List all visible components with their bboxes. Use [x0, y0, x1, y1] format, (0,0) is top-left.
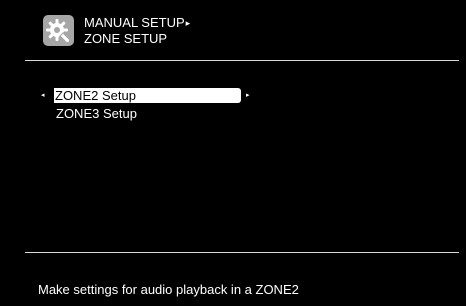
menu-item-zone2-setup[interactable]: ZONE2 Setup	[54, 88, 241, 103]
left-arrow-icon[interactable]: ◂	[41, 88, 45, 103]
right-arrow-icon[interactable]: ▸	[246, 88, 250, 103]
status-text: Make settings for audio playback in a ZO…	[38, 282, 299, 297]
breadcrumb-parent: MANUAL SETUP	[84, 15, 185, 30]
menu-item-zone3-setup[interactable]: ZONE3 Setup	[54, 106, 139, 121]
menu-frame: MANUAL SETUP▸ ZONE SETUP ◂ ZONE2 Setup ▸…	[25, 0, 459, 306]
settings-gear-wrench-icon	[43, 15, 74, 46]
breadcrumb-arrow-icon: ▸	[185, 18, 191, 28]
header: MANUAL SETUP▸ ZONE SETUP	[25, 0, 459, 60]
av-receiver-screen: MANUAL SETUP▸ ZONE SETUP ◂ ZONE2 Setup ▸…	[0, 0, 466, 306]
breadcrumb: MANUAL SETUP▸ ZONE SETUP	[84, 15, 190, 47]
page-title: ZONE SETUP	[84, 31, 168, 46]
breadcrumb-parent-line: MANUAL SETUP▸	[84, 15, 190, 31]
footer-divider	[25, 252, 459, 253]
header-divider	[25, 60, 459, 61]
